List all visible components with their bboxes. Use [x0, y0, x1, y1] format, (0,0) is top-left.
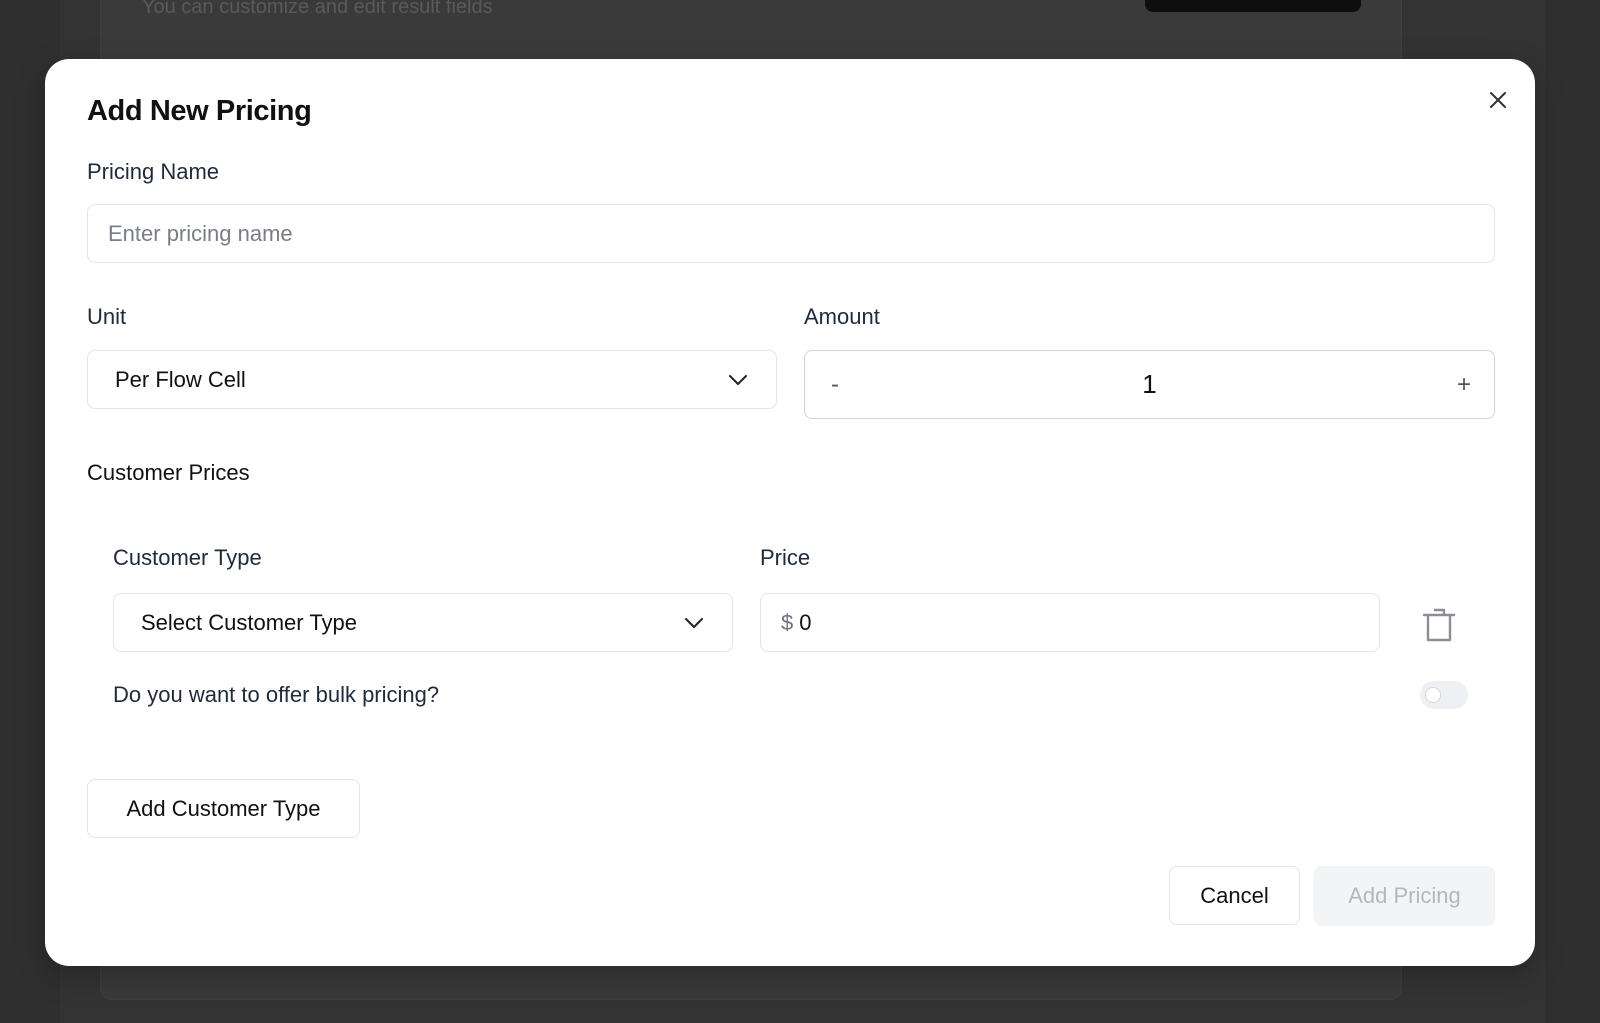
delete-row-button[interactable]	[1417, 603, 1461, 647]
price-label: Price	[760, 545, 811, 570]
bulk-pricing-toggle[interactable]	[1420, 681, 1468, 709]
amount-label: Amount	[804, 304, 880, 329]
add-pricing-modal: Add New Pricing Pricing Name Unit Per Fl…	[45, 59, 1535, 966]
close-icon	[1490, 92, 1506, 108]
cancel-button[interactable]: Cancel	[1169, 866, 1300, 925]
customer-type-select[interactable]: Select Customer Type	[113, 593, 733, 652]
background-subtitle: You can customize and edit result fields	[142, 0, 493, 18]
amount-value[interactable]: 1	[865, 369, 1434, 400]
price-input[interactable]: $ 0	[760, 593, 1380, 652]
unit-select-value: Per Flow Cell	[115, 366, 246, 392]
add-pricing-button[interactable]: Add Pricing	[1314, 866, 1495, 925]
trash-icon	[1422, 608, 1456, 642]
toggle-knob	[1425, 687, 1441, 703]
customer-prices-title: Customer Prices	[87, 460, 250, 485]
currency-symbol: $	[781, 609, 794, 635]
close-button[interactable]	[1481, 83, 1515, 117]
amount-stepper: - 1 +	[804, 350, 1495, 419]
price-value: 0	[799, 609, 812, 635]
pricing-name-input[interactable]	[87, 204, 1495, 263]
modal-title: Add New Pricing	[87, 95, 312, 127]
chevron-down-icon	[685, 617, 703, 628]
increment-button[interactable]: +	[1434, 351, 1494, 418]
background-edge	[1545, 0, 1600, 1023]
chevron-down-icon	[729, 374, 747, 385]
customer-type-select-value: Select Customer Type	[141, 609, 358, 635]
pricing-name-label: Pricing Name	[87, 159, 220, 184]
background-button	[1145, 0, 1361, 12]
customer-type-label: Customer Type	[113, 545, 262, 570]
unit-select[interactable]: Per Flow Cell	[87, 350, 777, 409]
add-customer-type-button[interactable]: Add Customer Type	[87, 779, 360, 838]
bulk-pricing-question: Do you want to offer bulk pricing?	[113, 682, 440, 707]
unit-label: Unit	[87, 304, 127, 329]
decrement-button[interactable]: -	[805, 351, 865, 418]
